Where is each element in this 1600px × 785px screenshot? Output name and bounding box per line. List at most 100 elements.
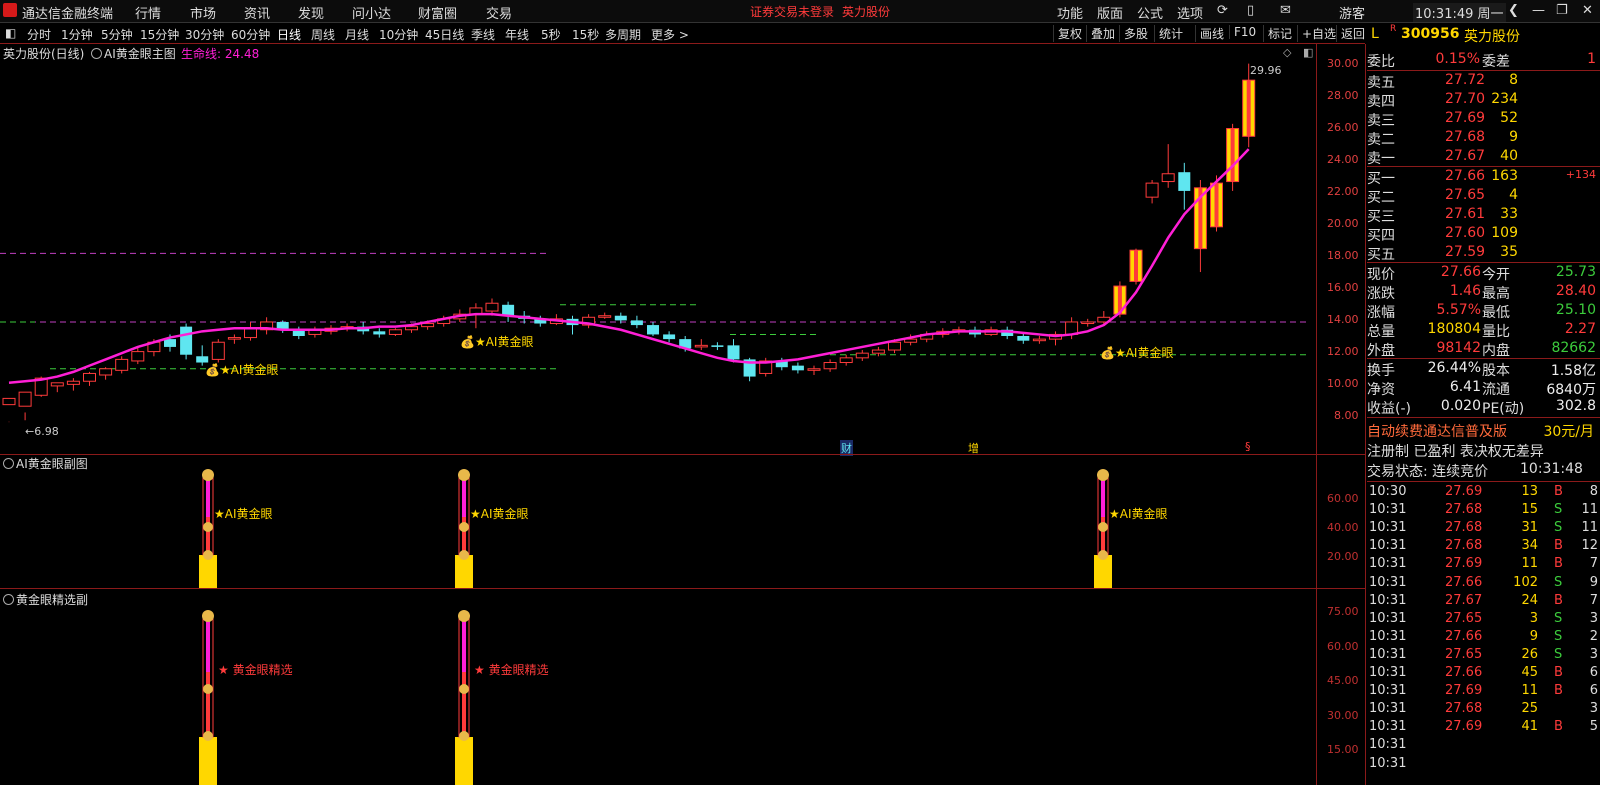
period-weekly[interactable]: 周线 bbox=[311, 26, 335, 43]
section-marker[interactable]: § bbox=[1245, 440, 1251, 453]
tick-time: 10:31 bbox=[1369, 502, 1407, 518]
back-arrow-icon[interactable]: ❮ bbox=[1508, 3, 1519, 18]
y-tick-24: 24.00 bbox=[1327, 153, 1359, 166]
period-5sec[interactable]: 5秒 bbox=[541, 26, 561, 43]
close-icon[interactable]: ✕ bbox=[1582, 3, 1593, 18]
menu-item-xuanxiang[interactable]: 选项 bbox=[1177, 3, 1203, 22]
menu-item-banmian[interactable]: 版面 bbox=[1097, 3, 1123, 22]
stat-row: 现价 27.66 今开 25.73 bbox=[1367, 264, 1598, 283]
candle-body bbox=[244, 327, 257, 339]
menu-item-zixun[interactable]: 资讯 bbox=[244, 3, 270, 22]
mail-icon[interactable]: ✉ bbox=[1280, 3, 1291, 18]
tool-zixuan[interactable]: +自选 bbox=[1297, 25, 1336, 42]
candle bbox=[115, 356, 129, 374]
period-15min[interactable]: 15分钟 bbox=[140, 26, 179, 43]
layout-toggle-icon[interactable]: ◧ bbox=[5, 26, 16, 40]
y-tick-30: 30.00 bbox=[1327, 57, 1359, 70]
low-price-label: ←6.98 bbox=[25, 425, 59, 438]
main-signal-1: 💰★AI黄金眼 bbox=[205, 363, 279, 377]
stat-value: 28.40 bbox=[1555, 283, 1596, 299]
quote-sep-4 bbox=[1367, 358, 1600, 359]
weibi-label: 委比 bbox=[1367, 54, 1395, 70]
candle-body bbox=[227, 337, 241, 340]
period-1min[interactable]: 1分钟 bbox=[61, 26, 93, 43]
menu-item-wenxiaoda[interactable]: 问小达 bbox=[352, 3, 391, 22]
period-10min[interactable]: 10分钟 bbox=[379, 26, 418, 43]
period-more[interactable]: 更多 > bbox=[651, 26, 689, 43]
minimize-icon[interactable]: — bbox=[1532, 3, 1545, 18]
menu-item-caifuquan[interactable]: 财富圈 bbox=[418, 3, 457, 22]
tick-time: 10:31 bbox=[1369, 520, 1407, 536]
tool-duogu[interactable]: 多股 bbox=[1119, 25, 1148, 42]
tool-fuquan[interactable]: 复权 bbox=[1053, 25, 1082, 42]
period-30min[interactable]: 30分钟 bbox=[185, 26, 224, 43]
ad-row-1[interactable]: 自动续费通达信普及版 30元/月 bbox=[1367, 421, 1598, 441]
refresh-icon[interactable]: ⟳ bbox=[1217, 3, 1228, 18]
tick-count: 12 bbox=[1581, 538, 1598, 554]
tick-side: S bbox=[1554, 520, 1563, 536]
menu-item-hangqing[interactable]: 行情 bbox=[135, 3, 161, 22]
stat-value: 1.58亿 bbox=[1550, 363, 1596, 379]
period-5min[interactable]: 5分钟 bbox=[101, 26, 133, 43]
candle bbox=[50, 382, 64, 393]
buy-row: 买二 27.65 4 bbox=[1367, 187, 1598, 206]
period-45day[interactable]: 45日线 bbox=[425, 26, 464, 43]
tool-diejia[interactable]: 叠加 bbox=[1086, 25, 1115, 42]
diamond-icon[interactable]: ◇ bbox=[1283, 46, 1291, 59]
menu-item-gongneng[interactable]: 功能 bbox=[1057, 3, 1083, 22]
ad-text-1[interactable]: 自动续费通达信普及版 bbox=[1367, 421, 1507, 441]
candle-body bbox=[647, 325, 659, 335]
candle-stripe bbox=[1214, 183, 1219, 227]
main-kline-chart[interactable] bbox=[0, 44, 1365, 454]
candle-body bbox=[630, 320, 643, 326]
tick-count: 3 bbox=[1589, 646, 1598, 662]
sub1-y-20: 20.00 bbox=[1327, 550, 1359, 563]
main-indicator-name[interactable]: AI黄金眼主图 bbox=[104, 45, 176, 62]
login-warning[interactable]: 证券交易未登录 bbox=[750, 3, 834, 20]
buy-price: 27.66 bbox=[1445, 168, 1486, 184]
candle-body bbox=[888, 341, 901, 351]
menu-item-gongshi[interactable]: 公式 bbox=[1137, 3, 1163, 22]
tick-count: 7 bbox=[1589, 592, 1598, 608]
menu-item-jiaoyi[interactable]: 交易 bbox=[486, 3, 512, 22]
candle bbox=[1081, 318, 1095, 327]
sell-label: 卖一 bbox=[1367, 151, 1395, 167]
indicator-icon bbox=[91, 48, 102, 59]
restore-icon[interactable]: ❐ bbox=[1556, 3, 1568, 18]
tool-f10[interactable]: F10 bbox=[1229, 25, 1256, 39]
period-year[interactable]: 年线 bbox=[505, 26, 529, 43]
lifeline-label: 生命线: 24.48 bbox=[181, 47, 260, 61]
user-label[interactable]: 游客 bbox=[1339, 3, 1365, 22]
candle bbox=[823, 359, 837, 372]
candle bbox=[1145, 180, 1159, 204]
menu-item-faxian[interactable]: 发现 bbox=[298, 3, 324, 22]
period-monthly[interactable]: 月线 bbox=[345, 26, 369, 43]
tick-count: 5 bbox=[1589, 719, 1598, 735]
tool-huaxian[interactable]: 画线 bbox=[1195, 25, 1224, 42]
tick-price: 27.66 bbox=[1445, 665, 1483, 680]
period-60min[interactable]: 60分钟 bbox=[231, 26, 270, 43]
period-multi[interactable]: 多周期 bbox=[605, 26, 641, 43]
period-fenshi[interactable]: 分时 bbox=[27, 26, 51, 43]
menu-item-shichang[interactable]: 市场 bbox=[190, 3, 216, 22]
phone-icon[interactable]: ▯ bbox=[1247, 3, 1254, 18]
period-daily[interactable]: 日线 bbox=[277, 26, 301, 43]
period-15sec[interactable]: 15秒 bbox=[572, 26, 599, 43]
stat-row: 收益(-) 0.020 PE(动) 302.8 bbox=[1367, 398, 1598, 417]
tool-tongji[interactable]: 统计 bbox=[1154, 25, 1183, 42]
tick-time: 10:31 bbox=[1369, 538, 1407, 554]
tool-fanhui[interactable]: 返回 bbox=[1336, 25, 1365, 42]
weibi-row: 委比 0.15% 委差 1 bbox=[1367, 51, 1598, 70]
ad-price[interactable]: 30元/月 bbox=[1543, 421, 1594, 441]
period-quarter[interactable]: 季线 bbox=[471, 26, 495, 43]
candle-body bbox=[83, 372, 96, 382]
candle bbox=[694, 339, 708, 351]
stat-value: 302.8 bbox=[1555, 398, 1596, 414]
tool-biaoji[interactable]: 标记 bbox=[1263, 25, 1292, 42]
tick-side: B bbox=[1554, 719, 1563, 735]
tick-volume: 102 bbox=[1513, 574, 1538, 590]
panel-toggle-icon[interactable]: ◧ bbox=[1303, 46, 1313, 59]
tick-side: B bbox=[1554, 538, 1563, 554]
candle bbox=[647, 321, 659, 336]
tick-row: 10:30 27.69 13 B 8 bbox=[1367, 484, 1598, 502]
